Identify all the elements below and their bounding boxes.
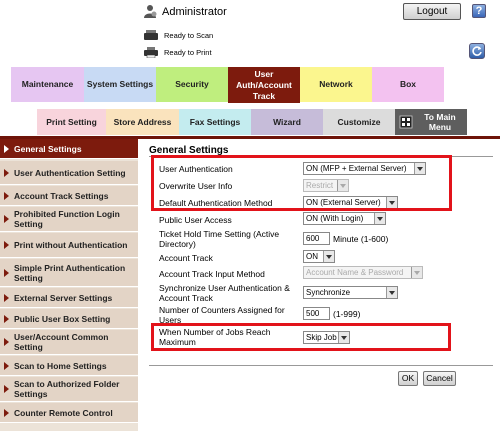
arrow-right-icon bbox=[4, 385, 9, 393]
print-status-label: Ready to Print bbox=[164, 47, 212, 57]
sidebar-item-scan-to-home[interactable]: Scan to Home Settings bbox=[0, 356, 138, 376]
ticket-hold-input[interactable]: 600 bbox=[303, 232, 330, 245]
arrow-right-icon bbox=[4, 293, 9, 302]
arrow-right-icon bbox=[4, 168, 9, 177]
administrator-icon bbox=[144, 5, 157, 18]
refresh-button[interactable] bbox=[469, 43, 485, 59]
cancel-button[interactable]: Cancel bbox=[423, 371, 456, 386]
sidebar: General Settings User Authentication Set… bbox=[0, 139, 138, 431]
printer-icon bbox=[144, 47, 158, 58]
sidebar-item-general-settings[interactable]: General Settings bbox=[0, 139, 138, 159]
chevron-down-icon bbox=[386, 287, 397, 298]
sidebar-item-external-server[interactable]: External Server Settings bbox=[0, 288, 138, 308]
tab-fax-settings[interactable]: Fax Settings bbox=[179, 109, 251, 135]
tab-system-settings[interactable]: System Settings bbox=[84, 67, 156, 102]
account-input-label: Account Track Input Method bbox=[159, 269, 265, 279]
bottom-divider bbox=[149, 365, 493, 366]
tab-security[interactable]: Security bbox=[156, 67, 228, 102]
arrow-right-icon bbox=[4, 268, 9, 277]
chevron-down-icon bbox=[374, 213, 385, 224]
arrow-right-icon bbox=[4, 408, 9, 417]
sidebar-item-user-authentication-setting[interactable]: User Authentication Setting bbox=[0, 161, 138, 185]
tab-customize[interactable]: Customize bbox=[323, 109, 395, 135]
chevron-down-icon bbox=[411, 267, 422, 278]
logout-button[interactable]: Logout bbox=[403, 3, 461, 20]
chevron-down-icon bbox=[323, 251, 334, 262]
counters-input[interactable]: 500 bbox=[303, 307, 330, 320]
tab-maintenance[interactable]: Maintenance bbox=[11, 67, 84, 102]
synchronize-select[interactable]: Synchronize bbox=[303, 286, 398, 299]
sidebar-item-public-user-box[interactable]: Public User Box Setting bbox=[0, 309, 138, 329]
sidebar-item-counter-remote[interactable]: Counter Remote Control bbox=[0, 403, 138, 423]
arrow-right-icon bbox=[4, 314, 9, 323]
account-input-select[interactable]: Account Name & Password bbox=[303, 266, 423, 279]
counters-label: Number of Counters Assigned for Users bbox=[159, 305, 285, 325]
sidebar-item-simple-print-auth[interactable]: Simple Print Authentication Setting bbox=[0, 259, 138, 287]
arrow-right-icon bbox=[4, 241, 9, 249]
tab-box[interactable]: Box bbox=[372, 67, 444, 102]
public-user-label: Public User Access bbox=[159, 215, 232, 225]
print-status: Ready to Print bbox=[143, 45, 212, 59]
account-track-select[interactable]: ON bbox=[303, 250, 335, 263]
arrow-right-icon bbox=[4, 361, 9, 370]
ticket-hold-unit: Minute (1-600) bbox=[333, 234, 389, 244]
sidebar-item-scan-to-authorized[interactable]: Scan to Authorized Folder Settings bbox=[0, 377, 138, 402]
public-user-select[interactable]: ON (With Login) bbox=[303, 212, 386, 225]
tab-print-setting[interactable]: Print Setting bbox=[37, 109, 106, 135]
user-label: Administrator bbox=[162, 6, 227, 18]
counters-unit: (1-999) bbox=[333, 309, 361, 319]
ticket-hold-label: Ticket Hold Time Setting (Active Directo… bbox=[159, 229, 280, 249]
refresh-icon bbox=[472, 46, 482, 56]
sidebar-item-prohibited-function[interactable]: Prohibited Function Login Setting bbox=[0, 207, 138, 232]
tab-store-address[interactable]: Store Address bbox=[106, 109, 179, 135]
help-button[interactable]: ? bbox=[472, 4, 486, 18]
highlight-box-auth-settings bbox=[151, 155, 452, 211]
scan-status-label: Ready to Scan bbox=[164, 30, 214, 40]
account-track-label: Account Track bbox=[159, 253, 213, 263]
scanner-icon bbox=[144, 30, 158, 40]
synchronize-label: Synchronize User Authentication & Accoun… bbox=[159, 283, 290, 303]
tab-user-auth-account-track[interactable]: User Auth/Account Track bbox=[228, 67, 300, 103]
arrow-right-icon bbox=[4, 215, 9, 223]
tab-network[interactable]: Network bbox=[300, 67, 372, 102]
highlight-box-jobs-max bbox=[151, 323, 451, 351]
main-menu-icon bbox=[399, 115, 413, 129]
ok-button[interactable]: OK bbox=[398, 371, 418, 386]
sidebar-item-user-account-common[interactable]: User/Account Common Setting bbox=[0, 330, 138, 355]
sidebar-item-account-track-settings[interactable]: Account Track Settings bbox=[0, 186, 138, 206]
tab-wizard[interactable]: Wizard bbox=[251, 109, 323, 135]
arrow-right-icon bbox=[4, 338, 9, 346]
arrow-right-icon bbox=[4, 144, 9, 153]
to-main-menu-button[interactable]: To Main Menu bbox=[395, 109, 467, 135]
to-main-menu-label: To Main Menu bbox=[424, 112, 456, 132]
arrow-right-icon bbox=[4, 191, 9, 200]
scan-status: Ready to Scan bbox=[143, 28, 213, 42]
sidebar-item-print-without-auth[interactable]: Print without Authentication bbox=[0, 233, 138, 258]
